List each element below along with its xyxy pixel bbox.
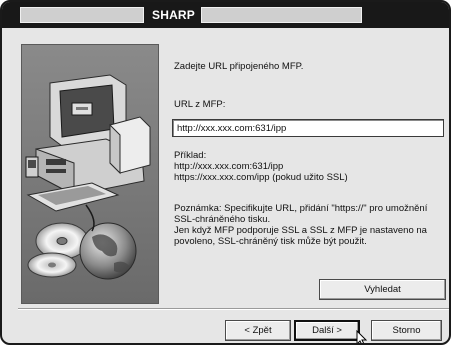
window-title: SHARP (152, 8, 196, 22)
mouse-pointer-icon (356, 330, 368, 343)
url-input[interactable] (172, 119, 444, 137)
computer-illustration (21, 44, 159, 304)
search-button[interactable]: Vyhledat (319, 279, 446, 300)
url-label: URL z MFP: (174, 99, 226, 110)
next-button[interactable]: Další > (294, 320, 360, 341)
note-line: SSL-chráněného tisku. (174, 214, 271, 225)
computer-network-illustration (22, 45, 158, 303)
installer-dialog: SHARP Zadejte URL připojeného MFP. URL z… (0, 0, 451, 345)
example-line: https://xxx.xxx.com/ipp (pokud užito SSL… (174, 172, 348, 183)
note-line: Poznámka: Specifikujte URL, přidání "htt… (174, 203, 428, 214)
title-bar-left-box (20, 7, 144, 23)
back-button[interactable]: < Zpět (225, 320, 291, 341)
prompt-text: Zadejte URL připojeného MFP. (174, 61, 304, 72)
separator (18, 308, 449, 310)
note-line: povoleno, SSL-chráněný tisk může být pou… (174, 236, 367, 247)
note-line: Jen když MFP podporuje SSL a SSL z MFP j… (174, 225, 427, 236)
example-text: Příklad: http://xxx.xxx.com:631/ipp http… (174, 150, 348, 183)
example-line: http://xxx.xxx.com:631/ipp (174, 161, 284, 172)
cancel-button[interactable]: Storno (371, 320, 442, 341)
title-bar-right-box (201, 7, 362, 23)
title-bar: SHARP (2, 2, 449, 28)
example-line: Příklad: (174, 150, 207, 161)
note-text: Poznámka: Specifikujte URL, přidání "htt… (174, 203, 427, 247)
